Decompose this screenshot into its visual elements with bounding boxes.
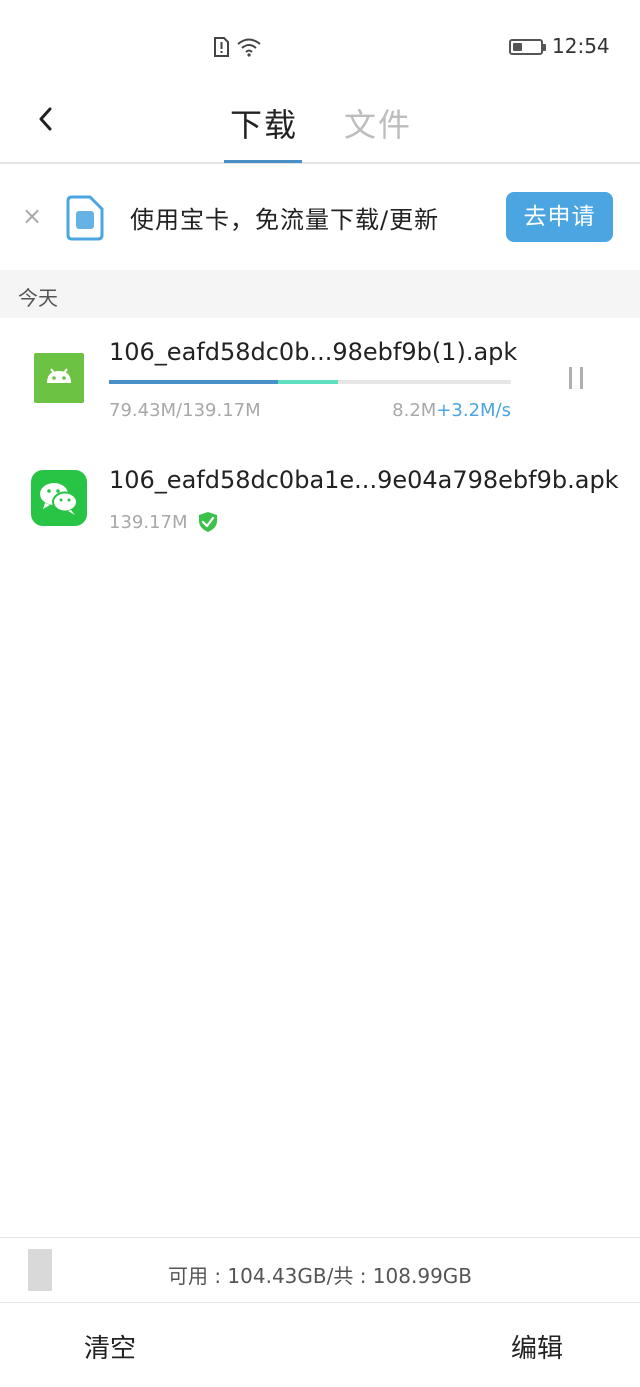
file-size: 139.17M (109, 512, 188, 533)
android-icon (34, 353, 84, 403)
pause-icon-bar (569, 367, 572, 389)
progress-boost (278, 380, 338, 384)
sim-alert-icon (214, 37, 229, 57)
wifi-icon (237, 38, 261, 57)
progress-bar (109, 380, 511, 384)
verified-shield-icon (197, 511, 219, 533)
storage-bar: 可用 : 104.43GB/共 : 108.99GB (0, 1237, 640, 1303)
file-name: 106_eafd58dc0b...98ebf9b(1).apk (109, 338, 518, 366)
apply-button[interactable]: 去申请 (506, 192, 613, 242)
status-icons (212, 36, 262, 58)
tab-download[interactable]: 下载 (230, 100, 298, 146)
edit-button[interactable]: 编辑 (511, 1328, 563, 1365)
download-item[interactable]: 106_eafd58dc0ba1e...9e04a798ebf9b.apk 13… (0, 444, 640, 554)
boost-speed: +3.2M/s (436, 400, 511, 421)
back-button[interactable] (28, 100, 68, 140)
pause-button[interactable] (567, 367, 585, 389)
tab-files[interactable]: 文件 (344, 100, 412, 146)
active-tab-indicator (224, 160, 302, 163)
chevron-left-icon (39, 107, 52, 131)
status-bar: 12:54 (0, 0, 640, 90)
pause-icon-bar (580, 367, 583, 389)
progress-downloaded (109, 380, 278, 384)
base-speed: 8.2M (392, 400, 437, 421)
bottom-actions: 清空 编辑 (0, 1304, 640, 1387)
file-name: 106_eafd58dc0ba1e...9e04a798ebf9b.apk (109, 466, 619, 494)
sim-card-icon (64, 195, 104, 241)
battery-level (513, 43, 522, 51)
close-promo-button[interactable]: × (22, 202, 42, 230)
storage-text: 可用 : 104.43GB/共 : 108.99GB (167, 1264, 473, 1288)
header: 下载 文件 (0, 90, 640, 164)
clear-button[interactable]: 清空 (84, 1328, 136, 1365)
promo-text: 使用宝卡，免流量下载/更新 (130, 206, 440, 234)
download-progress-text: 79.43M/139.17M (109, 400, 261, 421)
section-header: 今天 (0, 270, 640, 318)
section-label-today: 今天 (18, 286, 58, 310)
promo-banner: × 使用宝卡，免流量下载/更新 去申请 (0, 166, 640, 270)
status-time: 12:54 (552, 34, 610, 58)
download-item[interactable]: 106_eafd58dc0b...98ebf9b(1).apk 79.43M/1… (0, 318, 640, 444)
battery-icon (509, 39, 546, 55)
wechat-icon (31, 470, 87, 526)
download-speed: 8.2M+3.2M/s (392, 400, 511, 421)
